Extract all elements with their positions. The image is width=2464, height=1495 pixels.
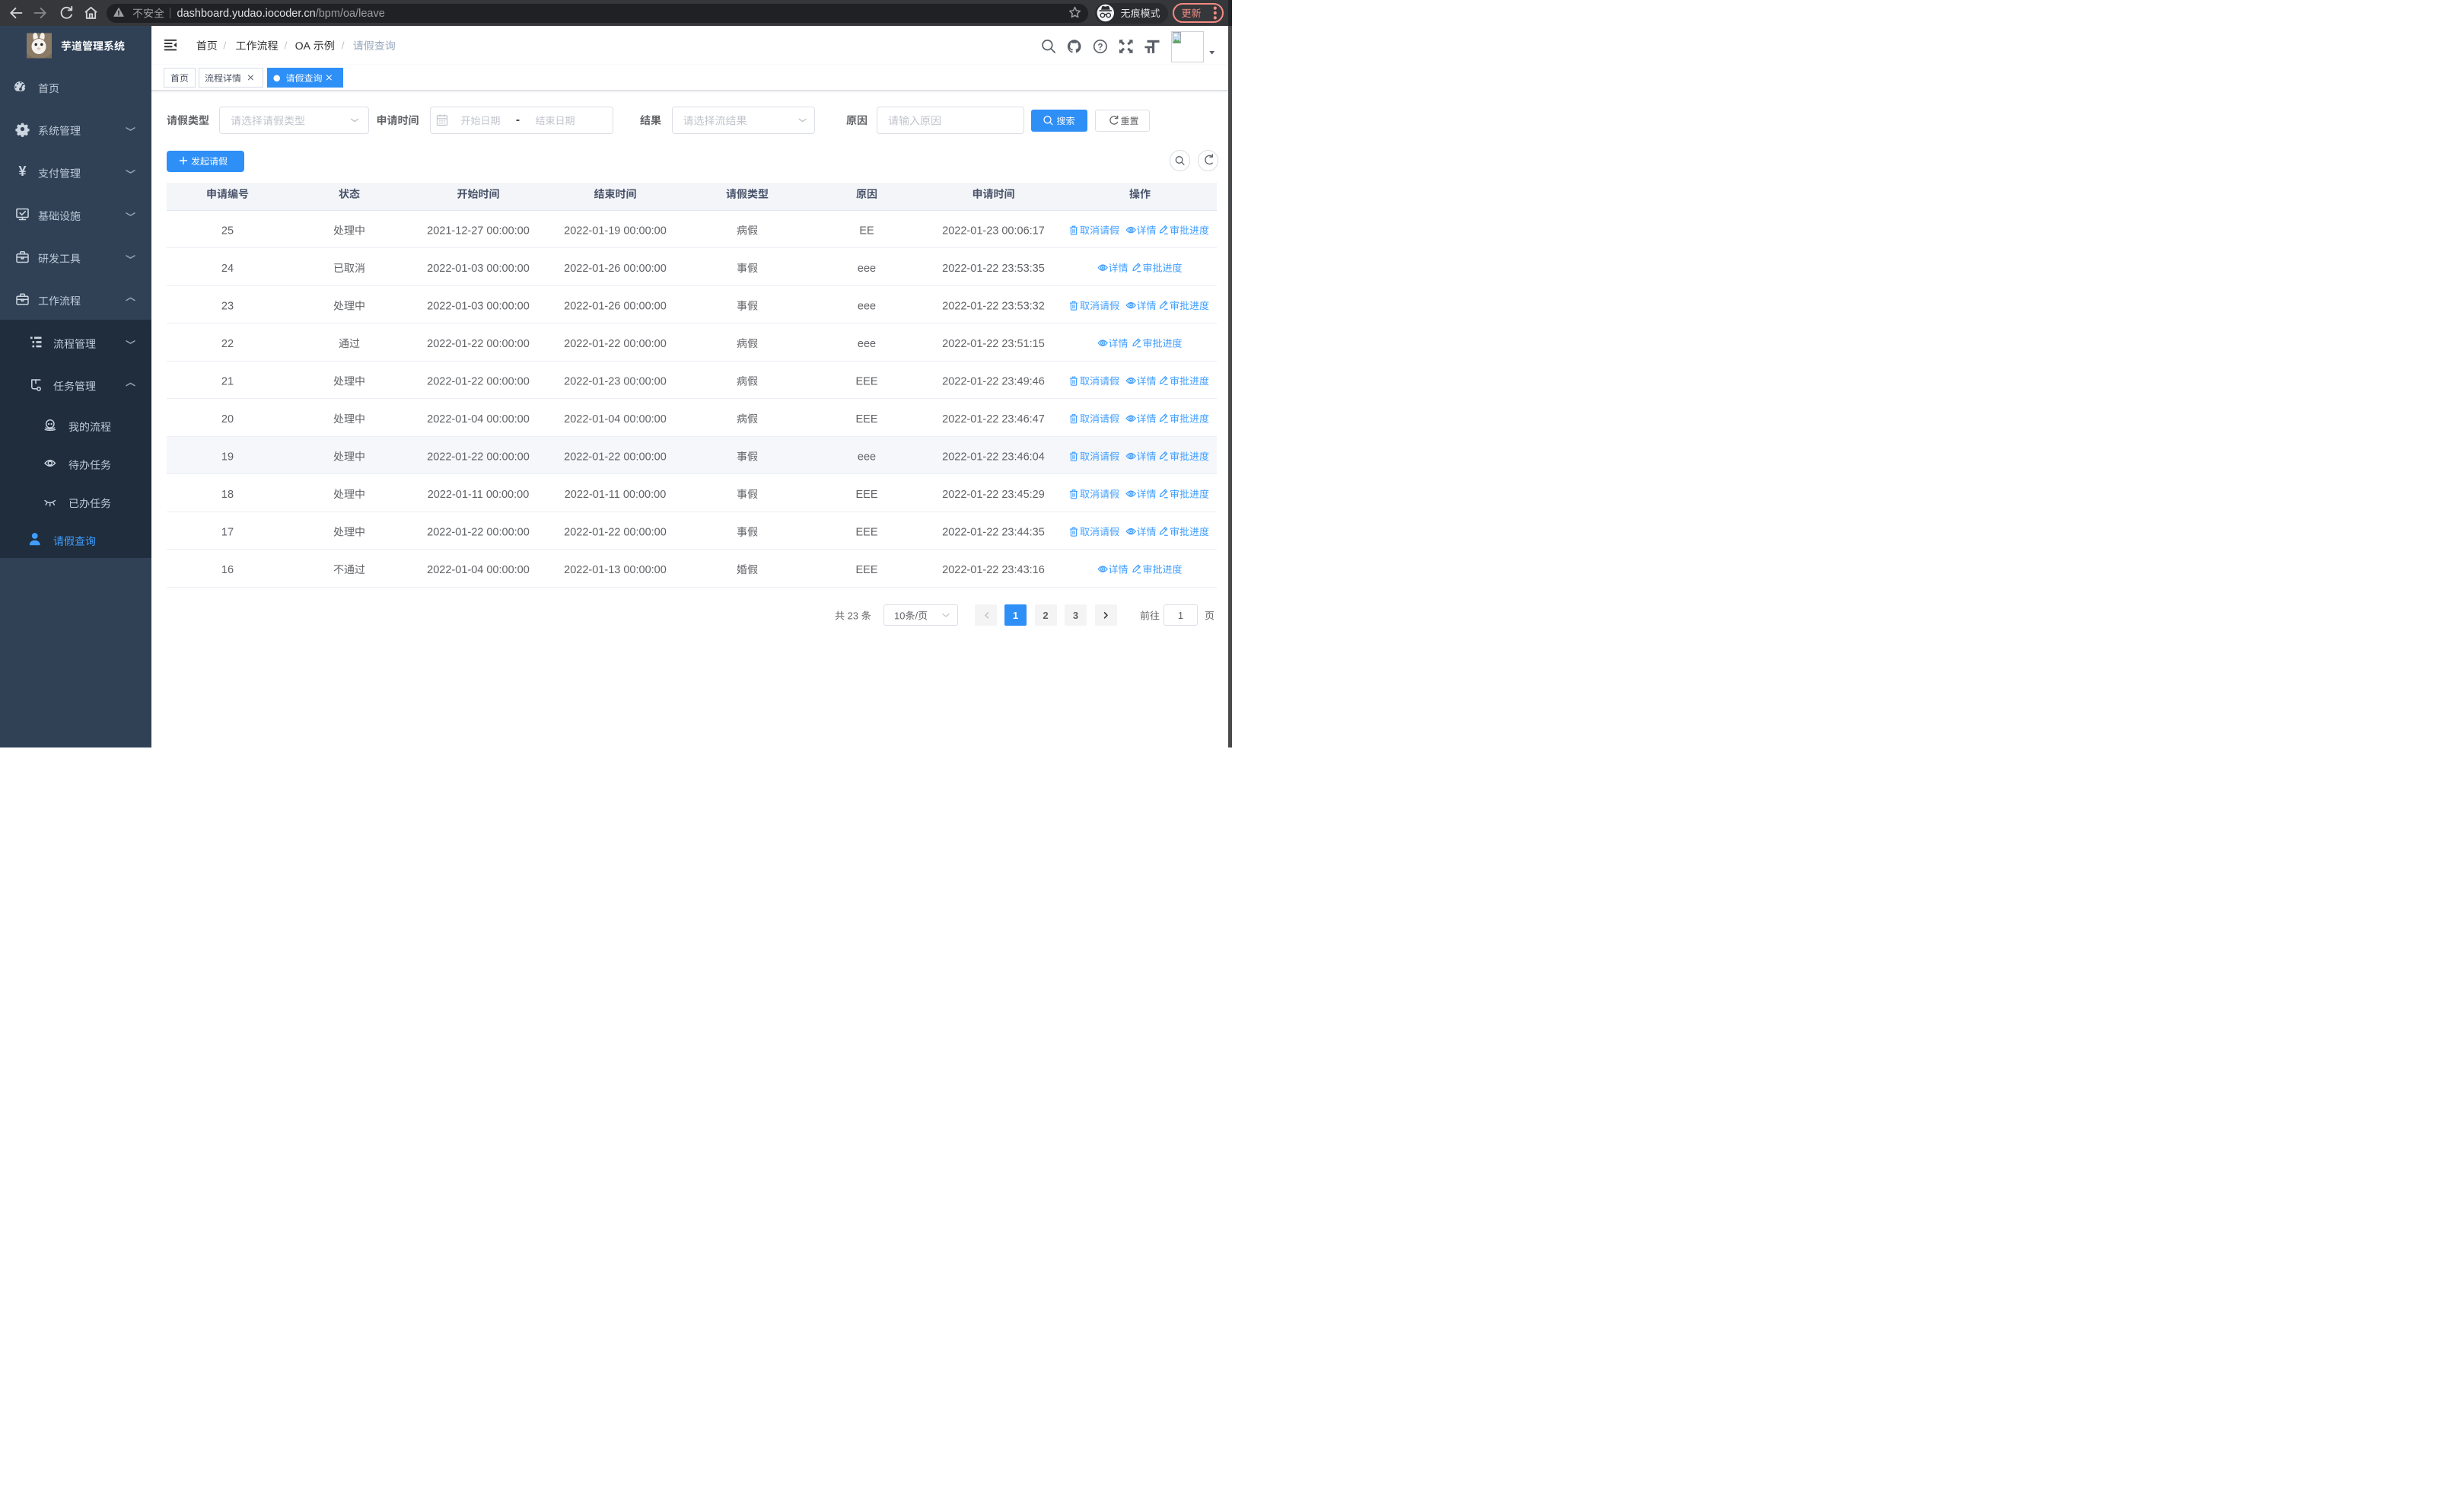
svg-text:2022-01-22 23:49:46: 2022-01-22 23:49:46 — [942, 375, 1045, 387]
svg-text:EEE: EEE — [855, 526, 877, 538]
svg-text:EEE: EEE — [855, 413, 877, 426]
svg-text:2022-01-22 23:51:15: 2022-01-22 23:51:15 — [942, 338, 1045, 350]
svg-text:2022-01-22 23:53:32: 2022-01-22 23:53:32 — [942, 300, 1045, 312]
svg-text:2022-01-22 00:00:00: 2022-01-22 00:00:00 — [564, 338, 667, 350]
svg-text:EEE: EEE — [855, 375, 877, 387]
svg-text:2022-01-22 00:00:00: 2022-01-22 00:00:00 — [427, 526, 530, 538]
svg-text:2022-01-22 00:00:00: 2022-01-22 00:00:00 — [427, 338, 530, 350]
svg-text:20: 20 — [221, 413, 234, 426]
svg-text:2022-01-11 00:00:00: 2022-01-11 00:00:00 — [565, 489, 667, 501]
svg-text:2022-01-22 23:45:29: 2022-01-22 23:45:29 — [942, 489, 1045, 501]
svg-text:24: 24 — [221, 263, 234, 275]
svg-text:23: 23 — [221, 300, 234, 312]
svg-text:EEE: EEE — [855, 564, 877, 576]
svg-text:eee: eee — [858, 300, 876, 312]
svg-text:22: 22 — [221, 338, 234, 350]
svg-text:2022-01-11 00:00:00: 2022-01-11 00:00:00 — [428, 489, 530, 501]
svg-text:2022-01-23 00:00:00: 2022-01-23 00:00:00 — [564, 375, 667, 387]
svg-text:2022-01-22 23:44:35: 2022-01-22 23:44:35 — [942, 526, 1045, 538]
svg-text:2022-01-03 00:00:00: 2022-01-03 00:00:00 — [427, 300, 530, 312]
svg-text:2022-01-13 00:00:00: 2022-01-13 00:00:00 — [564, 564, 667, 576]
svg-text:2022-01-26 00:00:00: 2022-01-26 00:00:00 — [564, 300, 667, 312]
svg-text:16: 16 — [221, 564, 234, 576]
svg-text:EEE: EEE — [855, 489, 877, 501]
svg-text:2022-01-22 00:00:00: 2022-01-22 00:00:00 — [427, 375, 530, 387]
svg-text:25: 25 — [221, 225, 234, 237]
svg-text:17: 17 — [221, 526, 234, 538]
svg-text:18: 18 — [221, 489, 234, 501]
svg-text:2022-01-22 00:00:00: 2022-01-22 00:00:00 — [564, 526, 667, 538]
svg-text:2021-12-27 00:00:00: 2021-12-27 00:00:00 — [427, 225, 530, 237]
svg-text:2022-01-04 00:00:00: 2022-01-04 00:00:00 — [564, 413, 667, 426]
svg-text:2022-01-04 00:00:00: 2022-01-04 00:00:00 — [427, 564, 530, 576]
svg-text:eee: eee — [858, 338, 876, 350]
svg-text:2022-01-26 00:00:00: 2022-01-26 00:00:00 — [564, 263, 667, 275]
svg-text:2022-01-22 23:53:35: 2022-01-22 23:53:35 — [942, 263, 1045, 275]
svg-text:2022-01-04 00:00:00: 2022-01-04 00:00:00 — [427, 413, 530, 426]
svg-text:2022-01-23 00:06:17: 2022-01-23 00:06:17 — [942, 225, 1045, 237]
svg-text:2022-01-22 23:43:16: 2022-01-22 23:43:16 — [942, 564, 1045, 576]
svg-text:eee: eee — [858, 263, 876, 275]
svg-text:21: 21 — [221, 375, 234, 387]
svg-text:2022-01-03 00:00:00: 2022-01-03 00:00:00 — [427, 263, 530, 275]
svg-text:2022-01-22 23:46:47: 2022-01-22 23:46:47 — [942, 413, 1045, 426]
svg-text:EE: EE — [859, 225, 874, 237]
svg-text:2022-01-19 00:00:00: 2022-01-19 00:00:00 — [564, 225, 667, 237]
